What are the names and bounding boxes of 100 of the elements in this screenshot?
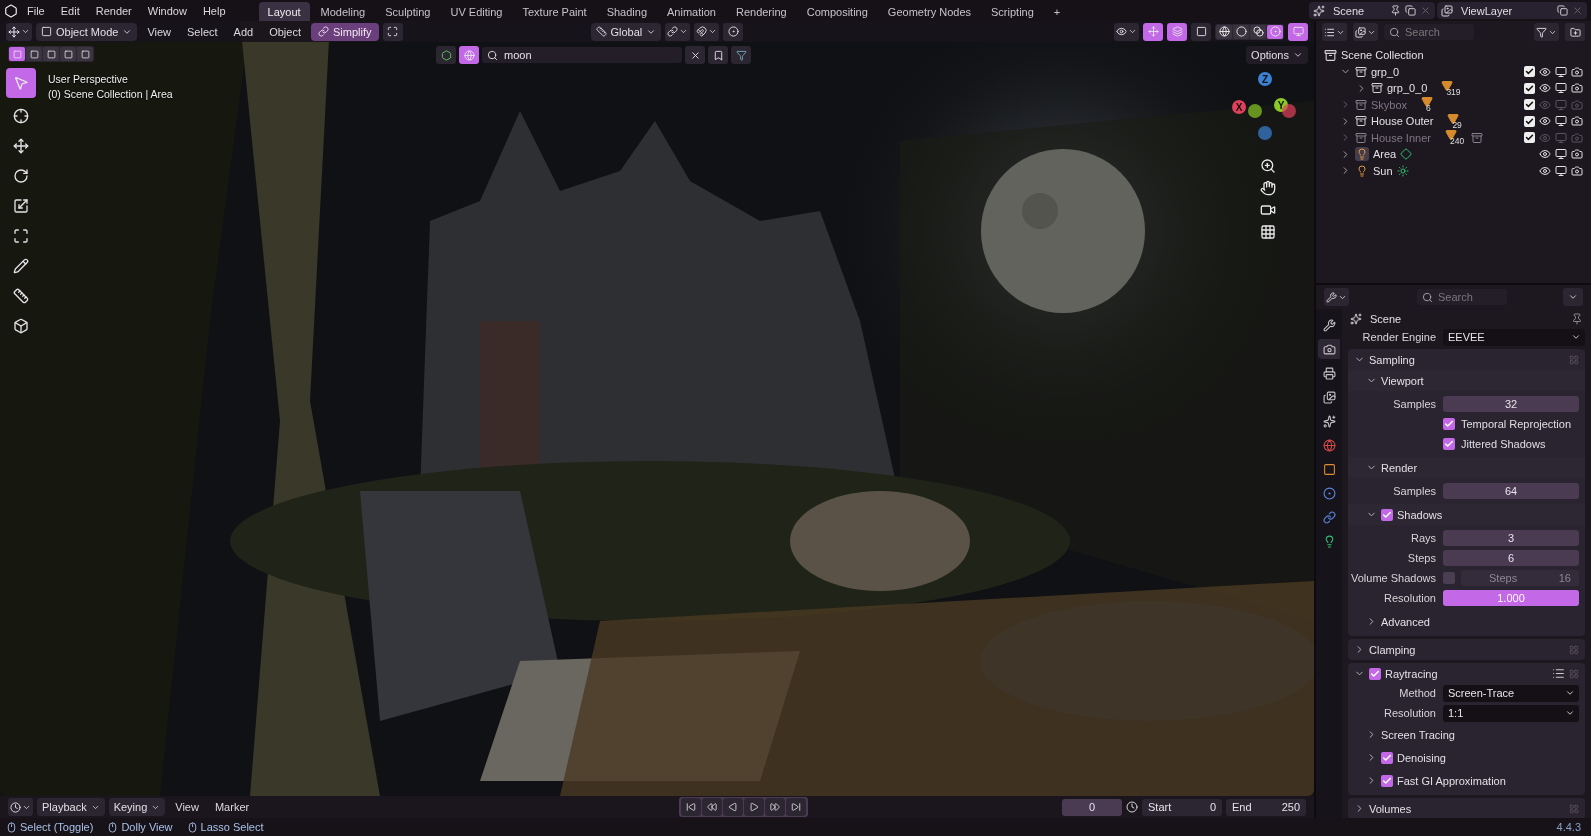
play-button[interactable] bbox=[744, 798, 765, 816]
overlay-button[interactable] bbox=[1167, 22, 1187, 41]
camera-view-icon[interactable] bbox=[1260, 202, 1276, 218]
workspace-tab[interactable]: Animation bbox=[658, 2, 725, 21]
filter-toggle[interactable] bbox=[436, 46, 456, 64]
jump-end-button[interactable] bbox=[786, 798, 807, 816]
subpanel-title[interactable]: Fast GI Approximation bbox=[1397, 774, 1579, 787]
select-mode-button[interactable] bbox=[43, 47, 59, 61]
dropdown[interactable]: Screen-Trace bbox=[1443, 684, 1579, 702]
orientation-dropdown[interactable]: Global bbox=[590, 22, 662, 41]
xray-button[interactable] bbox=[1191, 22, 1211, 41]
checkbox[interactable] bbox=[1381, 751, 1393, 764]
checkbox[interactable] bbox=[1443, 418, 1455, 430]
subpanel-title[interactable]: Render bbox=[1381, 461, 1579, 474]
workspace-tab[interactable]: UV Editing bbox=[441, 2, 512, 21]
search-field[interactable]: Search bbox=[1384, 24, 1474, 40]
outliner-item[interactable]: grp_0_0 bbox=[1387, 82, 1428, 95]
checkbox[interactable] bbox=[1524, 99, 1535, 111]
play-reverse-button[interactable] bbox=[723, 798, 744, 816]
hand-icon[interactable] bbox=[1260, 180, 1276, 196]
checkbox[interactable] bbox=[1369, 667, 1381, 680]
solid-shading-button[interactable] bbox=[1233, 24, 1249, 39]
checkbox[interactable] bbox=[1524, 115, 1535, 127]
workspace-tab[interactable]: Compositing bbox=[797, 2, 877, 21]
menu-dropdown[interactable]: Playback bbox=[37, 798, 105, 816]
workspace-tab[interactable]: Sculpting bbox=[376, 2, 440, 21]
workspace-tab[interactable]: Scripting bbox=[982, 2, 1043, 21]
menu-item[interactable]: Help bbox=[195, 2, 233, 19]
menu-item[interactable]: Edit bbox=[53, 2, 87, 19]
workspace-tab[interactable]: Layout bbox=[258, 2, 310, 21]
number-field[interactable]: 32 bbox=[1443, 396, 1579, 412]
checkbox[interactable] bbox=[1524, 66, 1535, 78]
editor-type-button[interactable] bbox=[1324, 288, 1349, 306]
menu-item[interactable]: Window bbox=[140, 2, 194, 19]
number-field[interactable]: 6 bbox=[1443, 550, 1579, 566]
outliner-item[interactable]: Sun bbox=[1373, 164, 1393, 177]
dropdown[interactable]: EEVEE bbox=[1443, 328, 1585, 346]
outliner-item[interactable]: Skybox bbox=[1371, 98, 1408, 111]
material-shading-button[interactable] bbox=[1250, 24, 1266, 39]
subpanel-title[interactable]: Viewport bbox=[1381, 374, 1579, 387]
current-frame-field[interactable]: 0 bbox=[1062, 798, 1122, 816]
menu-item[interactable]: File bbox=[20, 2, 52, 19]
end-frame-field[interactable]: End 250 bbox=[1226, 798, 1306, 816]
grid-icon[interactable] bbox=[1260, 224, 1276, 240]
menu-item[interactable]: View bbox=[169, 799, 205, 815]
filter-button[interactable] bbox=[1534, 23, 1559, 41]
workspace-tab[interactable]: Shading bbox=[597, 2, 657, 21]
search-field[interactable]: moon bbox=[482, 47, 682, 63]
options-dropdown[interactable]: Options bbox=[1246, 46, 1308, 64]
outliner-item[interactable]: Scene Collection bbox=[1341, 49, 1424, 62]
menu-item[interactable]: Object bbox=[263, 23, 307, 40]
jump-start-button[interactable] bbox=[681, 798, 702, 816]
previous-key-button[interactable] bbox=[702, 798, 723, 816]
checkbox[interactable] bbox=[1524, 132, 1535, 144]
mode-dropdown[interactable]: Object Mode bbox=[36, 22, 138, 41]
gizmo-button[interactable] bbox=[1143, 22, 1163, 41]
number-field[interactable]: 64 bbox=[1443, 483, 1579, 499]
start-frame-field[interactable]: Start 0 bbox=[1142, 798, 1222, 816]
checkbox[interactable] bbox=[1381, 508, 1393, 521]
dropdown[interactable]: 1:1 bbox=[1443, 704, 1579, 722]
menu-dropdown[interactable]: Keying bbox=[108, 798, 166, 816]
workspace-tab[interactable]: Geometry Nodes bbox=[878, 2, 980, 21]
toolbar-button[interactable] bbox=[382, 22, 403, 41]
visibility-button[interactable] bbox=[1114, 22, 1139, 41]
workspace-tab[interactable]: Texture Paint bbox=[513, 2, 596, 21]
outliner-item[interactable]: grp_0 bbox=[1371, 65, 1400, 78]
checkbox[interactable] bbox=[1524, 82, 1535, 94]
subpanel-title[interactable]: Shadows bbox=[1397, 508, 1579, 521]
workspace-tab[interactable]: Rendering bbox=[726, 2, 796, 21]
menu-item[interactable]: View bbox=[141, 23, 178, 40]
display-mode-button[interactable] bbox=[1353, 23, 1378, 41]
menu-item[interactable]: Marker bbox=[208, 799, 256, 815]
number-field[interactable]: 3 bbox=[1443, 530, 1579, 546]
scene-selector[interactable]: Scene bbox=[1309, 2, 1435, 19]
filter-toggle[interactable] bbox=[459, 46, 479, 64]
panel-title[interactable]: Volumes bbox=[1369, 802, 1565, 815]
axis-handle[interactable] bbox=[1282, 104, 1296, 118]
rendered-shading-button[interactable] bbox=[1267, 24, 1283, 39]
outliner-item[interactable]: House Outer bbox=[1371, 115, 1434, 128]
menu-item[interactable]: Render bbox=[88, 2, 139, 19]
outliner-item[interactable]: House Inner bbox=[1371, 131, 1431, 144]
checkbox[interactable] bbox=[1381, 774, 1393, 787]
new-collection-button[interactable] bbox=[1565, 23, 1585, 41]
bookmark-button[interactable] bbox=[708, 46, 728, 64]
panel-title[interactable]: Clamping bbox=[1369, 643, 1565, 656]
select-mode-button[interactable] bbox=[26, 47, 42, 61]
subpanel-title[interactable]: Screen Tracing bbox=[1381, 728, 1579, 741]
display-button[interactable] bbox=[1288, 22, 1308, 41]
search-field[interactable]: Search bbox=[1417, 289, 1507, 305]
clear-button[interactable] bbox=[685, 46, 705, 64]
wireframe-shading-button[interactable] bbox=[1216, 24, 1232, 39]
editor-type-button[interactable] bbox=[1322, 23, 1347, 41]
select-mode-button[interactable] bbox=[77, 47, 93, 61]
subpanel-title[interactable]: Advanced bbox=[1381, 615, 1579, 628]
select-mode-button[interactable] bbox=[60, 47, 76, 61]
outliner-item[interactable]: Area bbox=[1373, 148, 1397, 161]
subpanel-title[interactable]: Denoising bbox=[1397, 751, 1579, 764]
panel-title[interactable]: Sampling bbox=[1369, 353, 1565, 366]
checkbox[interactable] bbox=[1443, 438, 1455, 450]
simplify-toggle[interactable]: Simplify bbox=[311, 22, 379, 41]
